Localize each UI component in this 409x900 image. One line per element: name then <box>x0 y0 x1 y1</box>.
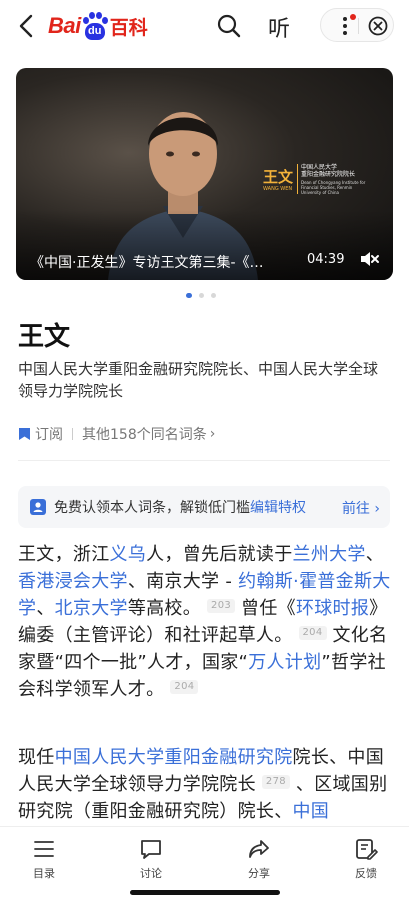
other-entries-link[interactable]: 其他158个同名词条 <box>82 424 207 444</box>
tab-feedback[interactable]: 反馈 <box>336 837 396 881</box>
chevron-right-icon: › <box>374 501 380 517</box>
tab-share-label: 分享 <box>248 867 270 880</box>
baidu-baike-logo[interactable]: Bai du 百科 <box>48 8 148 44</box>
back-arrow-icon[interactable] <box>14 12 40 40</box>
listen-button[interactable]: 听 <box>268 11 290 43</box>
reference-badge[interactable]: 204 <box>170 680 199 694</box>
actions-separator <box>72 428 73 440</box>
link-hkbu[interactable]: 香港浸会大学 <box>18 571 128 592</box>
link-peking-university[interactable]: 北京大学 <box>55 598 128 619</box>
para-text: 曾任《 <box>241 598 296 619</box>
para-text: 、 <box>365 544 385 565</box>
entry-description: 中国人民大学重阳金融研究院院长、中国人民大学全球领导力学院院长 <box>18 360 379 400</box>
tab-toc-label: 目录 <box>33 867 55 880</box>
tab-discuss-label: 讨论 <box>140 867 162 880</box>
claim-text: 免费认领本人词条，解锁低门槛 <box>54 500 250 516</box>
claim-go-link[interactable]: 前往 › <box>342 498 380 518</box>
caption-name-en: WANG WEN <box>263 186 293 192</box>
search-icon[interactable] <box>216 13 242 39</box>
caption-title-line2: 重阳金融研究院院长 <box>301 171 356 178</box>
current-position-paragraph: 现任中国人民大学重阳金融研究院院长、中国人民大学全球领导力学院院长 278 、区域国… <box>18 744 392 825</box>
video-title: 《中国·正发生》专访王文第三集-《… <box>30 255 264 271</box>
top-bar: Bai du 百科 听 <box>0 0 409 52</box>
video-player[interactable]: 王文 WANG WEN 中国人民大学 重阳金融研究院院长 Dean of Cho… <box>16 68 393 280</box>
para-text: 现任 <box>18 747 55 768</box>
notification-dot <box>350 14 356 20</box>
chat-bubble-icon <box>141 840 161 859</box>
close-circle-icon[interactable] <box>368 16 388 36</box>
home-indicator <box>130 890 280 895</box>
reference-badge[interactable]: 278 <box>261 775 290 789</box>
link-global-times[interactable]: 环球时报 <box>296 598 369 619</box>
carousel-indicator <box>186 293 226 299</box>
tab-share[interactable]: 分享 <box>229 837 289 881</box>
link-yiwu[interactable]: 义乌 <box>110 544 147 565</box>
para-text: 、 <box>36 598 55 619</box>
paw-icon: du <box>82 11 108 41</box>
feedback-icon <box>356 839 378 860</box>
subscribe-link[interactable]: 订阅 <box>35 424 63 444</box>
toc-icon <box>34 841 54 857</box>
tab-toc[interactable]: 目录 <box>14 837 74 881</box>
entry-title: 王文 <box>18 322 71 352</box>
link-lanzhou-university[interactable]: 兰州大学 <box>293 544 366 565</box>
reference-badge[interactable]: 203 <box>207 599 236 613</box>
user-badge-icon <box>30 499 46 515</box>
caption-name: 王文 <box>263 168 294 186</box>
claim-highlight: 编辑特权 <box>250 500 306 516</box>
bottom-toolbar: 目录 讨论 分享 反馈 <box>0 826 409 900</box>
mini-program-capsule <box>320 8 394 42</box>
more-menu-icon[interactable] <box>335 14 356 37</box>
chevron-right-icon: › <box>209 426 216 442</box>
bookmark-icon[interactable] <box>18 427 31 441</box>
para-text: 、南京大学 - <box>127 571 239 592</box>
tab-discuss[interactable]: 讨论 <box>121 837 181 881</box>
para-text: 人，曾先后就读于 <box>146 544 293 565</box>
logo-bai-text: Bai <box>48 13 81 38</box>
video-name-caption: 王文 WANG WEN 中国人民大学 重阳金融研究院院长 Dean of Cho… <box>263 164 369 200</box>
logo-baike-text: 百科 <box>109 16 148 39</box>
video-duration: 04:39 <box>307 252 345 267</box>
mute-icon[interactable] <box>358 248 380 270</box>
logo-du-text: du <box>84 23 105 40</box>
para-text: 王文，浙江 <box>18 544 110 565</box>
carousel-dot <box>199 293 204 298</box>
claim-entry-banner[interactable]: 免费认领本人词条，解锁低门槛 编辑特权 前往 › <box>18 486 390 528</box>
caption-title-line1: 中国人民大学 <box>301 164 338 171</box>
intro-paragraph: 王文，浙江义乌人，曾先后就读于兰州大学、香港浸会大学、南京大学 - 约翰斯·霍普… <box>18 541 392 703</box>
carousel-dot-active <box>186 293 192 298</box>
para-text: 等高校。 <box>127 598 202 619</box>
claim-go-label: 前往 <box>341 501 370 517</box>
link-ten-thousand-talents[interactable]: 万人计划 <box>248 652 321 673</box>
caption-divider <box>297 164 298 194</box>
carousel-dot <box>211 293 216 298</box>
caption-title-en: Dean of Chongyang Institute for Financia… <box>301 180 366 195</box>
share-icon <box>249 840 269 858</box>
link-china[interactable]: 中国 <box>293 801 330 822</box>
reference-badge[interactable]: 204 <box>298 626 327 640</box>
tab-feedback-label: 反馈 <box>355 867 377 880</box>
capsule-divider <box>358 18 359 34</box>
section-divider <box>18 460 390 461</box>
link-chongyang-institute[interactable]: 中国人民大学重阳金融研究院 <box>55 747 293 768</box>
entry-actions-row: 订阅 其他158个同名词条 › <box>18 424 215 444</box>
